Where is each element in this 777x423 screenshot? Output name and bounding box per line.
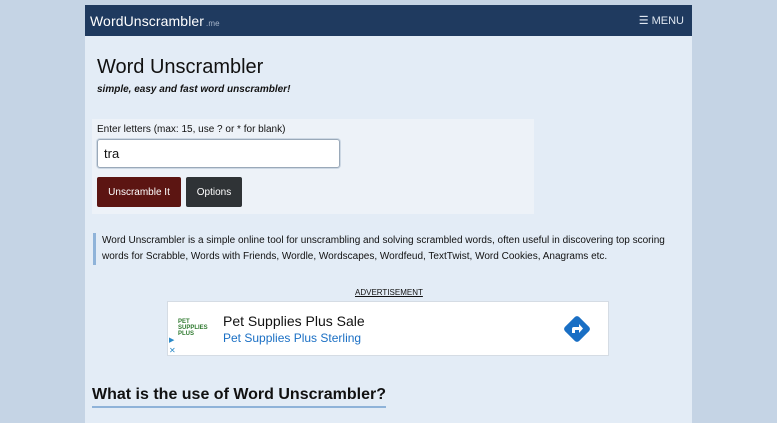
page-container: WordUnscrambler .me ☰ MENU Word Unscramb… xyxy=(85,5,692,423)
site-logo[interactable]: WordUnscrambler .me xyxy=(90,13,220,29)
top-navbar: WordUnscrambler .me ☰ MENU xyxy=(85,5,692,36)
section-heading: What is the use of Word Unscrambler? xyxy=(92,386,386,408)
unscramble-form: Enter letters (max: 15, use ? or * for b… xyxy=(92,119,534,214)
logo-text[interactable]: WordUnscrambler xyxy=(90,13,204,29)
page-tagline: simple, easy and fast word unscrambler! xyxy=(97,84,291,95)
ad-subtitle[interactable]: Pet Supplies Plus Sterling xyxy=(223,331,361,345)
ad-title[interactable]: Pet Supplies Plus Sale xyxy=(223,313,365,329)
ad-info-icon[interactable]: ▶ xyxy=(169,336,174,344)
close-icon[interactable]: ✕ xyxy=(169,346,176,355)
logo-tld: .me xyxy=(206,18,220,28)
letters-input[interactable] xyxy=(97,139,340,168)
advertisement-banner[interactable]: PET SUPPLIES PLUS ▶ ✕ Pet Supplies Plus Sa… xyxy=(167,301,609,356)
menu-button[interactable]: ☰ MENU xyxy=(638,14,684,28)
intro-text: Word Unscrambler is a simple online tool… xyxy=(93,233,673,265)
options-button[interactable]: Options xyxy=(186,177,242,207)
advertisement-label: ADVERTISEMENT xyxy=(355,288,423,297)
unscramble-button[interactable]: Unscramble It xyxy=(97,177,181,207)
letters-label: Enter letters (max: 15, use ? or * for b… xyxy=(97,124,286,135)
page-title: Word Unscrambler xyxy=(97,56,264,78)
menu-label: MENU xyxy=(651,14,684,27)
directions-arrow-icon[interactable] xyxy=(562,314,592,344)
hamburger-icon: ☰ xyxy=(638,15,649,27)
advertiser-logo: PET SUPPLIES PLUS xyxy=(178,319,208,337)
